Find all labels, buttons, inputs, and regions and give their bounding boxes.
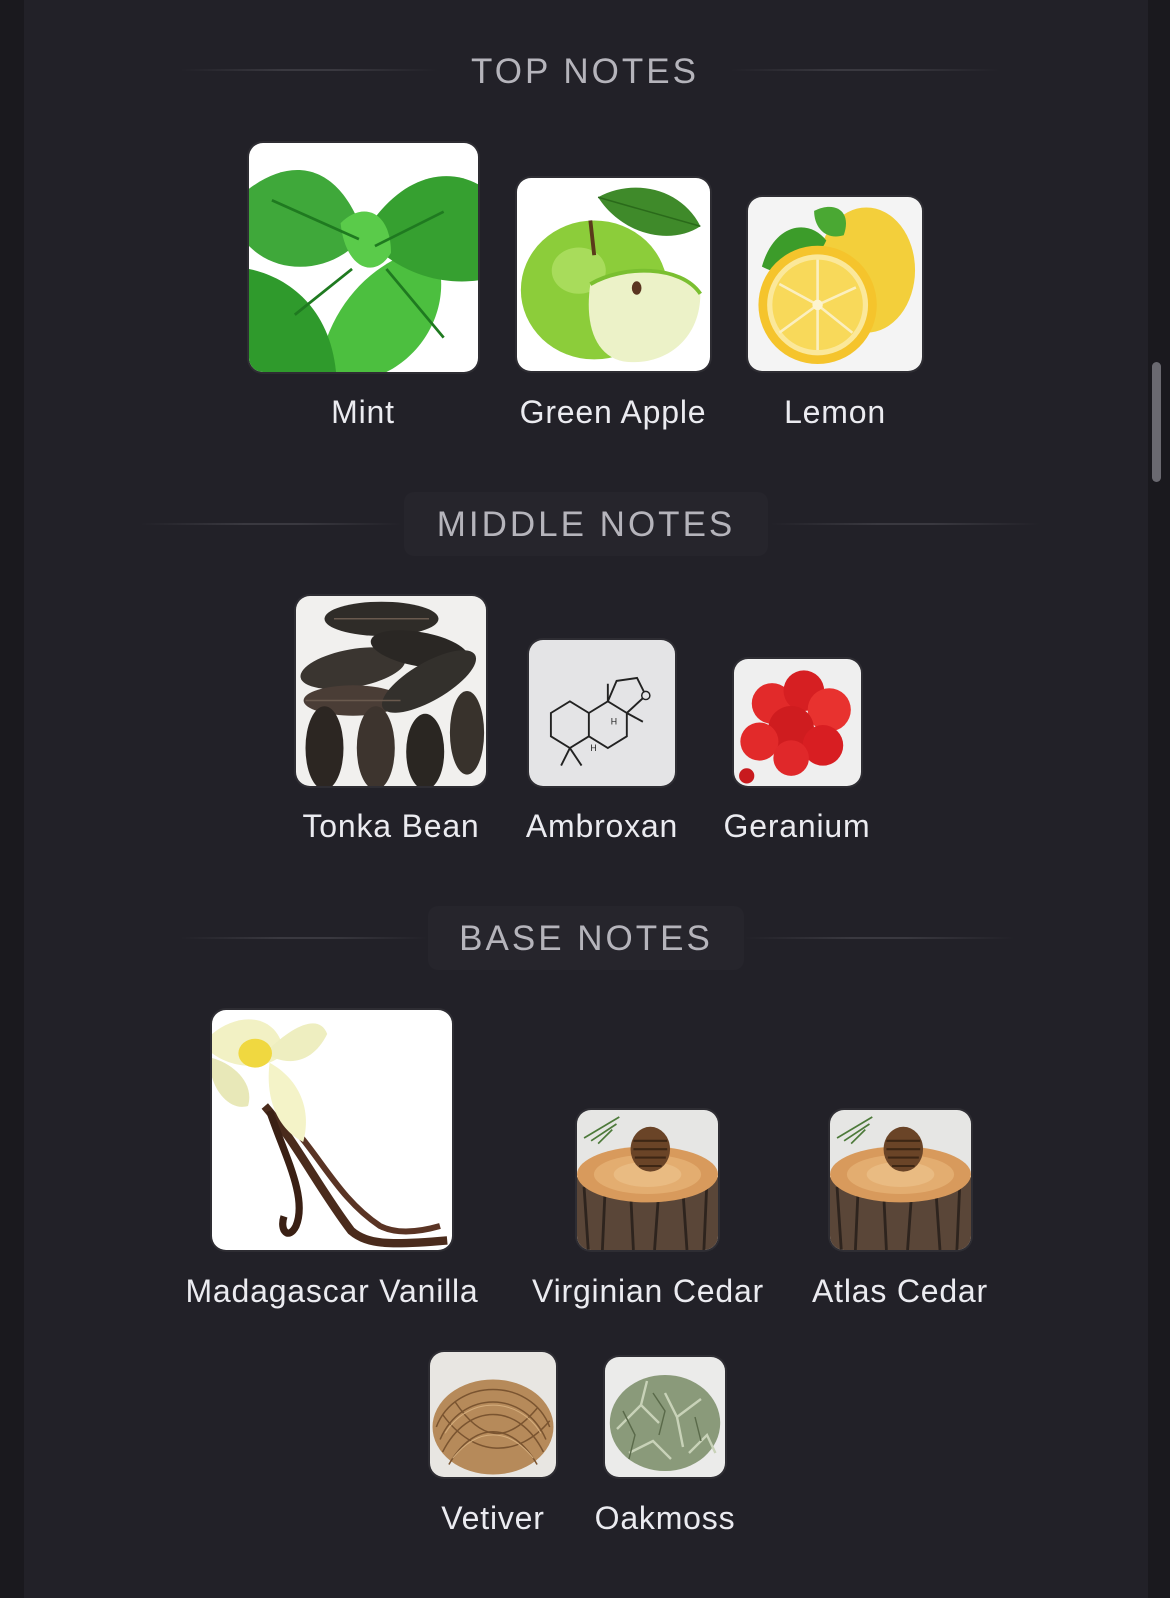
vanilla-image — [212, 1010, 452, 1250]
svg-text:H: H — [611, 717, 617, 727]
vetiver-image — [430, 1352, 556, 1477]
section-title-base-notes: BASE NOTES — [459, 919, 713, 958]
section-divider-right — [730, 69, 1000, 71]
geranium-image — [734, 659, 861, 786]
note-label: Ambroxan — [525, 808, 679, 844]
green-apple-image — [517, 178, 710, 371]
section-divider-left — [180, 69, 438, 71]
section-title-top-notes: TOP NOTES — [471, 52, 699, 91]
right-gutter — [1148, 0, 1170, 1598]
mint-image — [249, 143, 478, 372]
note-label: Geranium — [723, 808, 871, 844]
section-divider-right — [770, 523, 1040, 525]
note-label: Madagascar Vanilla — [185, 1273, 479, 1309]
note-label: Tonka Bean — [302, 808, 480, 844]
lemon-image — [748, 197, 922, 371]
section-divider-left — [180, 937, 428, 939]
note-label: Vetiver — [441, 1500, 545, 1536]
note-label: Virginian Cedar — [532, 1273, 764, 1309]
note-label: Lemon — [784, 394, 886, 430]
tonka-bean-image — [296, 596, 486, 786]
oakmoss-image — [605, 1357, 725, 1477]
section-title-middle-notes: MIDDLE NOTES — [436, 505, 736, 544]
note-label: Atlas Cedar — [812, 1273, 988, 1309]
cedar-image — [577, 1110, 718, 1250]
svg-text:H: H — [590, 743, 596, 753]
note-label: Mint — [331, 394, 395, 430]
ambroxan-molecule-image: H H — [529, 640, 675, 786]
section-divider-right — [744, 937, 1014, 939]
section-divider-left — [140, 523, 402, 525]
note-label: Oakmoss — [594, 1500, 736, 1536]
scrollbar-thumb[interactable] — [1152, 362, 1161, 482]
note-label: Green Apple — [519, 394, 707, 430]
cedar-image — [830, 1110, 971, 1250]
